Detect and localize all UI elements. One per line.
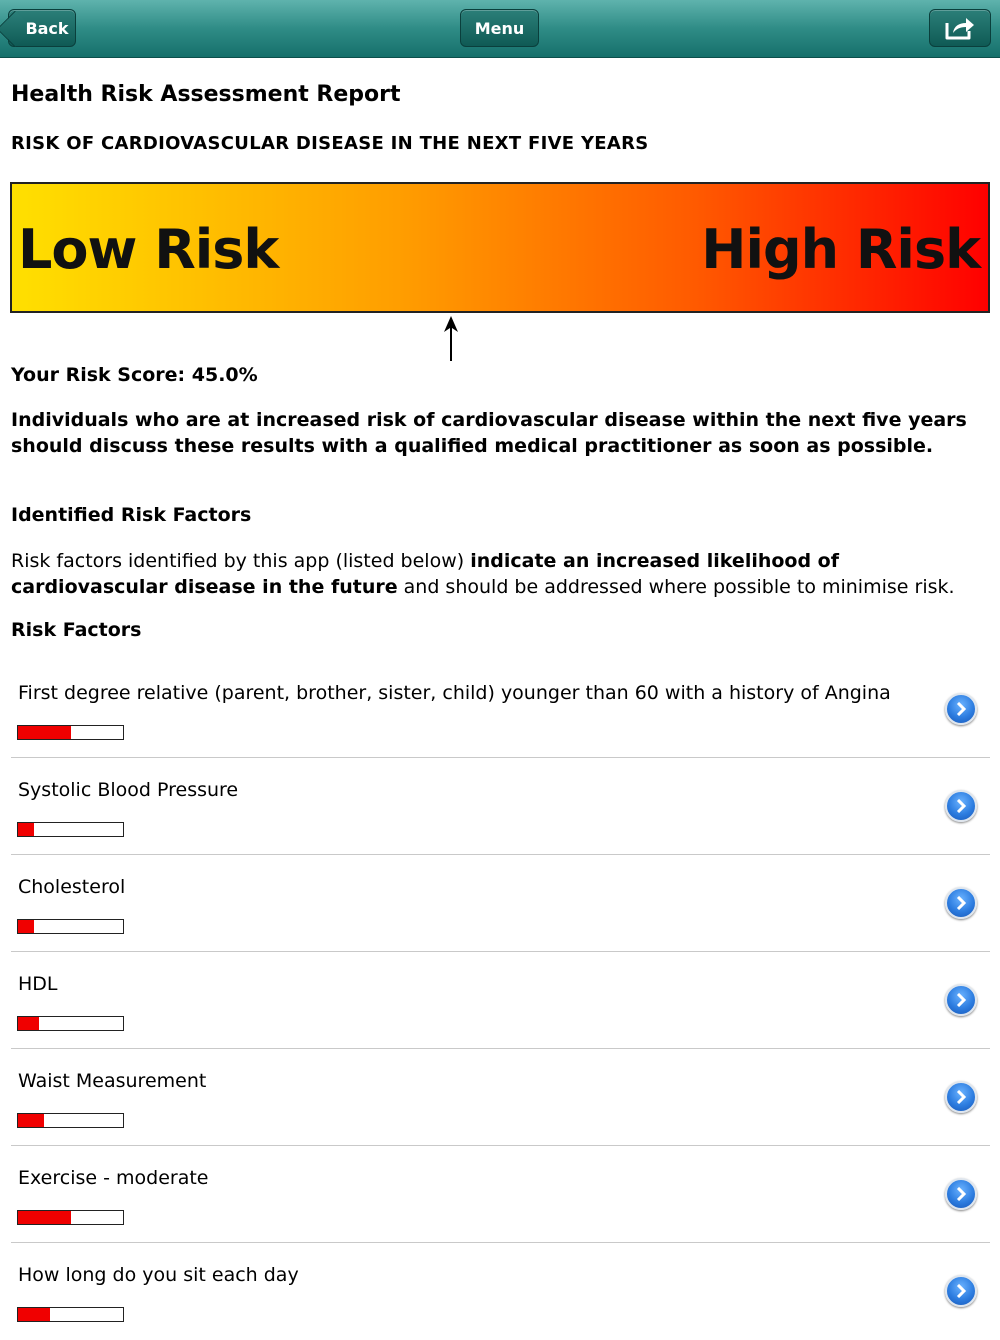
risk-level-meter [17,1307,124,1322]
description-text-end: and should be addressed where possible t… [397,576,955,598]
risk-level-fill [18,1308,50,1321]
chevron-right-icon[interactable] [945,1275,977,1307]
low-risk-label: Low Risk [18,218,279,281]
risk-level-meter [17,1113,124,1128]
risk-factor-row[interactable]: Waist Measurement [11,1049,990,1146]
menu-button[interactable]: Menu [460,9,539,47]
chevron-right-icon[interactable] [945,984,977,1016]
risk-score-arrow-icon [444,316,458,361]
risk-level-meter [17,919,124,934]
risk-factor-row[interactable]: How long do you sit each day [11,1243,990,1340]
back-button[interactable]: Back [8,9,76,47]
risk-factor-row[interactable]: HDL [11,952,990,1049]
section-title: RISK OF CARDIOVASCULAR DISEASE IN THE NE… [11,133,649,154]
risk-factor-label: HDL [18,973,58,995]
share-icon [945,18,974,40]
navigation-bar: Back Menu [0,0,1000,58]
identified-risk-factors-description: Risk factors identified by this app (lis… [11,548,986,600]
back-button-label: Back [25,18,69,38]
risk-factor-row[interactable]: Cholesterol [11,855,990,952]
risk-warning-text: Individuals who are at increased risk of… [11,409,967,457]
risk-level-meter [17,1210,124,1225]
risk-level-fill [18,1114,45,1127]
risk-scale-bar: Low Risk High Risk [10,182,990,313]
chevron-right-icon[interactable] [945,1178,977,1210]
chevron-right-icon[interactable] [945,790,977,822]
share-button[interactable] [929,9,991,47]
risk-factor-row[interactable]: Exercise - moderate [11,1146,990,1243]
menu-button-label: Menu [474,18,525,38]
description-text: Risk factors identified by this app (lis… [11,550,471,572]
high-risk-label: High Risk [701,218,981,281]
risk-level-meter [17,1016,124,1031]
risk-factor-label: How long do you sit each day [18,1264,299,1286]
risk-factor-label: Exercise - moderate [18,1167,209,1189]
risk-factors-list: First degree relative (parent, brother, … [11,661,990,1340]
risk-level-fill [18,1211,71,1224]
risk-level-fill [18,823,34,836]
risk-level-meter [17,725,124,740]
page-title: Health Risk Assessment Report [11,82,401,107]
chevron-right-icon[interactable] [945,693,977,725]
risk-factor-row[interactable]: First degree relative (parent, brother, … [11,661,990,758]
risk-factors-heading: Risk Factors [11,619,142,641]
risk-factor-label: Cholesterol [18,876,126,898]
risk-level-fill [18,726,71,739]
risk-factor-label: First degree relative (parent, brother, … [18,682,891,704]
chevron-right-icon[interactable] [945,887,977,919]
risk-score-text: Your Risk Score: 45.0% [11,364,258,386]
risk-factor-label: Waist Measurement [18,1070,207,1092]
risk-level-fill [18,1017,39,1030]
risk-factor-row[interactable]: Systolic Blood Pressure [11,758,990,855]
identified-risk-factors-heading: Identified Risk Factors [11,504,252,526]
chevron-right-icon[interactable] [945,1081,977,1113]
risk-level-fill [18,920,34,933]
risk-factor-label: Systolic Blood Pressure [18,779,239,801]
risk-level-meter [17,822,124,837]
